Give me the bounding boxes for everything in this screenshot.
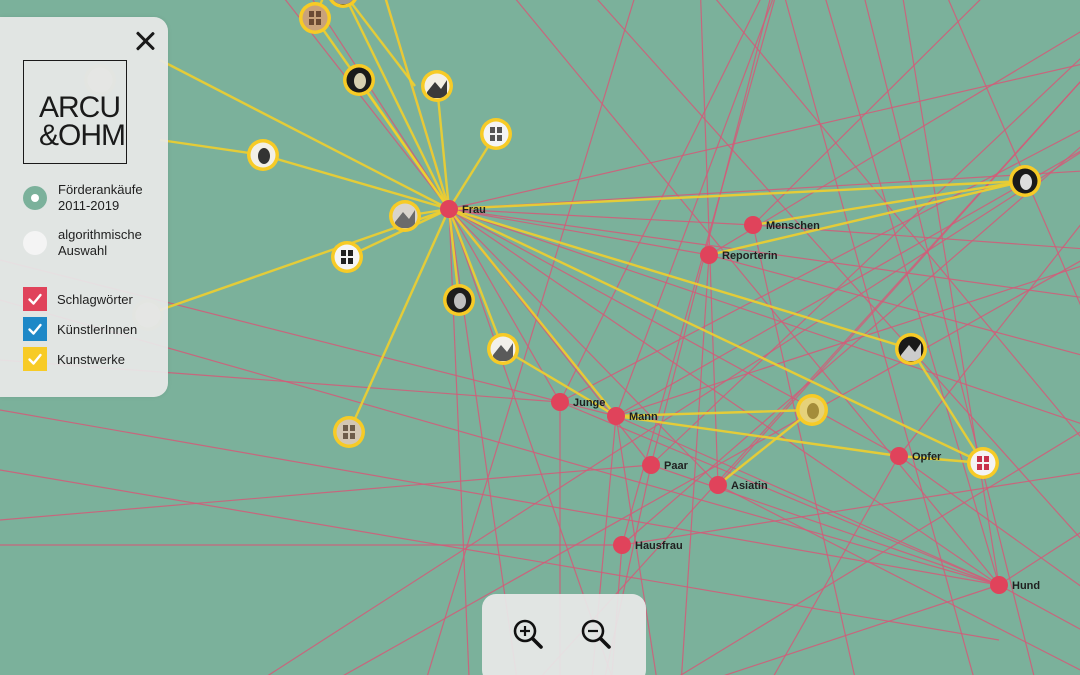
- artwork-node[interactable]: [247, 139, 279, 171]
- artwork-thumbnail-detail: [454, 293, 466, 309]
- zoom-out-button[interactable]: [578, 616, 618, 656]
- filter-label: Kunstwerke: [57, 351, 125, 367]
- keyword-node-menschen[interactable]: Menschen: [744, 216, 820, 234]
- artwork-edge: [262, 153, 450, 211]
- filter-schlagwoerter[interactable]: Schlagwörter: [23, 287, 133, 311]
- keyword-label: Opfer: [912, 451, 942, 463]
- filter-kunstwerke[interactable]: Kunstwerke: [23, 347, 125, 371]
- logo: ARCU &OHM: [23, 60, 127, 164]
- keyword-label: Paar: [664, 460, 689, 472]
- keyword-label: Asiatin: [731, 480, 768, 492]
- keyword-node-hausfrau[interactable]: Hausfrau: [613, 536, 683, 554]
- artwork-edge: [448, 207, 912, 351]
- keyword-edge: [998, 532, 1080, 586]
- zoom-in-button[interactable]: [510, 616, 550, 656]
- artwork-edge: [347, 208, 451, 433]
- keyword-dot: [700, 246, 718, 264]
- artwork-thumbnail: [483, 121, 509, 147]
- keyword-edge: [284, 0, 450, 210]
- keyword-dot: [613, 536, 631, 554]
- artwork-node[interactable]: [343, 64, 375, 96]
- keyword-label: Junge: [573, 397, 605, 409]
- filter-label: Schlagwörter: [57, 291, 133, 307]
- dataset-option-foerderankaeufe[interactable]: Förderankäufe 2011-2019: [23, 182, 168, 214]
- keyword-label: Menschen: [766, 220, 820, 232]
- artwork-node[interactable]: [333, 416, 365, 448]
- artwork-edges: [159, 0, 1026, 486]
- artwork-node[interactable]: [480, 118, 512, 150]
- artwork-thumbnail-detail: [807, 403, 819, 419]
- artwork-node[interactable]: [421, 70, 453, 102]
- zoom-controls: [482, 594, 646, 675]
- keyword-dot: [551, 393, 569, 411]
- dataset-option-label: Förderankäufe 2011-2019: [58, 182, 143, 213]
- keyword-nodes: Frau Menschen Reporterin Junge Mann Paar Asiat…: [440, 200, 1040, 594]
- artwork-edge: [159, 58, 450, 211]
- keyword-node-junge[interactable]: Junge: [551, 393, 605, 411]
- keyword-edge: [708, 31, 1080, 256]
- checkbox-checked-icon[interactable]: [23, 347, 47, 371]
- keyword-edge: [902, 0, 1000, 586]
- keyword-node-paar[interactable]: Paar: [642, 456, 689, 474]
- dataset-option-label: algorithmische Auswahl: [58, 227, 142, 258]
- artwork-node[interactable]: [299, 2, 331, 34]
- keyword-label: Reporterin: [722, 250, 778, 262]
- artwork-thumbnail-detail: [1020, 174, 1032, 190]
- artwork-node[interactable]: [389, 200, 421, 232]
- keyword-edge: [559, 401, 1000, 586]
- side-panel: ARCU &OHM Förderankäufe 2011-2019 algori…: [0, 17, 168, 397]
- artwork-node[interactable]: [331, 241, 363, 273]
- dataset-option-algorithmisch[interactable]: algorithmische Auswahl: [23, 227, 168, 259]
- artwork-node[interactable]: [1009, 165, 1041, 197]
- artwork-thumbnail-detail: [354, 73, 366, 89]
- artwork-thumbnail-detail: [258, 148, 270, 164]
- keyword-edge: [998, 584, 1080, 630]
- close-icon[interactable]: [131, 27, 159, 55]
- checkbox-checked-icon[interactable]: [23, 317, 47, 341]
- zoom-in-icon: [513, 619, 543, 649]
- artwork-node[interactable]: [443, 284, 475, 316]
- checkbox-checked-icon[interactable]: [23, 287, 47, 311]
- artwork-node[interactable]: [796, 394, 828, 426]
- keyword-edge: [784, 0, 974, 675]
- keyword-edge: [864, 0, 1035, 675]
- keyword-dot: [642, 456, 660, 474]
- artwork-thumbnail: [302, 5, 328, 31]
- keyword-dot: [890, 447, 908, 465]
- keyword-label: Hund: [1012, 580, 1040, 592]
- artwork-thumbnail: [334, 244, 360, 270]
- radio-selected-icon[interactable]: [23, 186, 47, 210]
- zoom-out-icon: [581, 619, 611, 649]
- keyword-label: Hausfrau: [635, 540, 683, 552]
- keyword-label: Frau: [462, 204, 486, 216]
- filter-kuenstlerinnen[interactable]: KünstlerInnen: [23, 317, 137, 341]
- keyword-node-mann[interactable]: Mann: [607, 407, 658, 425]
- keyword-edge: [597, 0, 1080, 539]
- artwork-node[interactable]: [895, 333, 927, 365]
- network-canvas[interactable]: Frau Menschen Reporterin Junge Mann Paar Asiat…: [0, 0, 1080, 675]
- keyword-dot: [744, 216, 762, 234]
- radio-unselected-icon[interactable]: [23, 231, 47, 255]
- artwork-thumbnail: [970, 450, 996, 476]
- keyword-node-hund[interactable]: Hund: [990, 576, 1040, 594]
- keyword-edge: [650, 464, 1000, 586]
- filter-label: KünstlerInnen: [57, 321, 138, 337]
- keyword-dot: [709, 476, 727, 494]
- keyword-edge: [448, 208, 900, 457]
- artwork-node[interactable]: [487, 333, 519, 365]
- keyword-dot: [607, 407, 625, 425]
- logo-text-line-2: &OHM: [39, 119, 126, 152]
- keyword-label: Mann: [629, 411, 658, 423]
- artwork-node[interactable]: [967, 447, 999, 479]
- keyword-node-opfer[interactable]: Opfer: [890, 447, 942, 465]
- artwork-thumbnail: [336, 419, 362, 445]
- keyword-dot: [440, 200, 458, 218]
- keyword-dot: [990, 576, 1008, 594]
